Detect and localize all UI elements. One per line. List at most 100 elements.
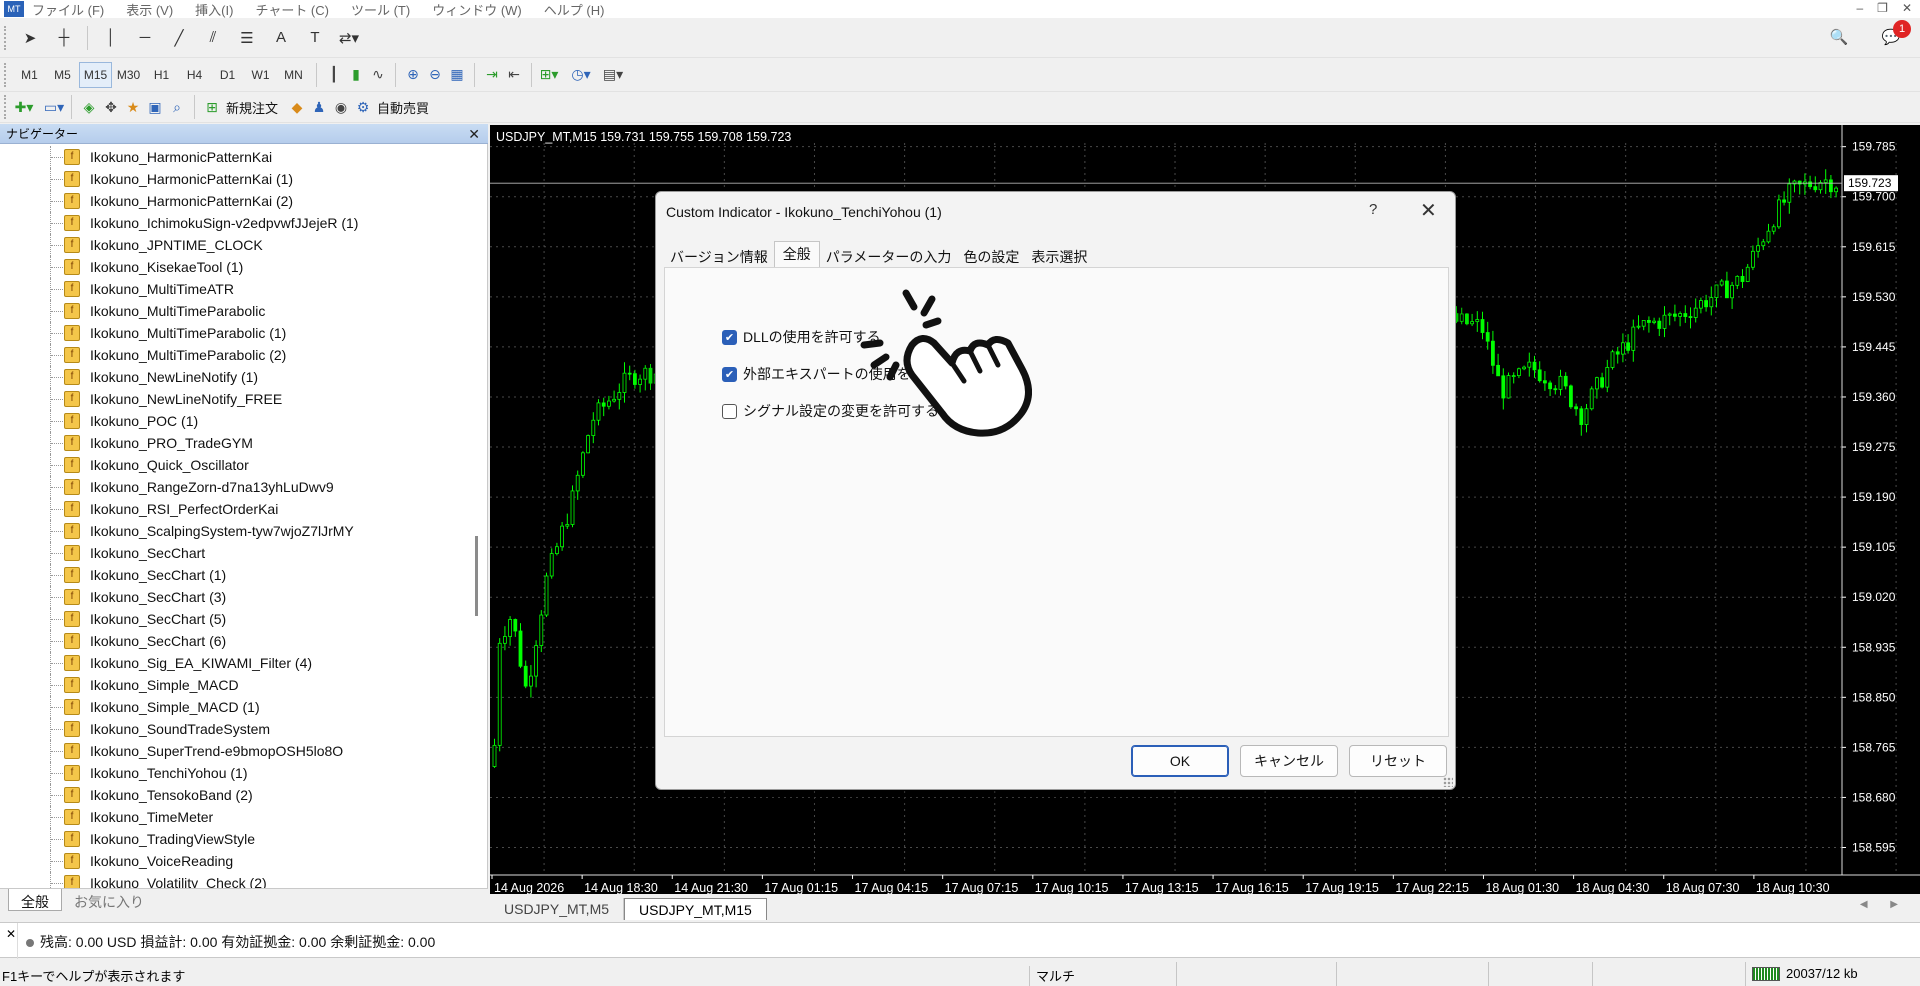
navigator-item[interactable]: f Ikokuno_RSI_PerfectOrderKai	[0, 498, 468, 520]
profiles-icon[interactable]: ▭▾	[43, 97, 65, 117]
navigator-item[interactable]: f Ikokuno_SecChart (1)	[0, 564, 468, 586]
terminal-close-icon[interactable]: ✕	[6, 927, 16, 941]
tile-windows-icon[interactable]: ▦	[446, 65, 468, 85]
navigator-item[interactable]: f Ikokuno_NewLineNotify_FREE	[0, 388, 468, 410]
cancel-button[interactable]: キャンセル	[1240, 745, 1338, 777]
chart-shift-icon[interactable]: ⇤	[503, 65, 525, 85]
timeframe-mn[interactable]: MN	[277, 62, 310, 88]
restore-button[interactable]: ❐	[1877, 1, 1888, 15]
navigator-item[interactable]: f Ikokuno_Volatility_Check (2)	[0, 872, 468, 888]
navigator-item[interactable]: f Ikokuno_MultiTimeATR	[0, 278, 468, 300]
navigator-item[interactable]: f Ikokuno_SuperTrend-e9bmopOSH5lo8O	[0, 740, 468, 762]
navigator-item[interactable]: f Ikokuno_Quick_Oscillator	[0, 454, 468, 476]
chart-tab-m5[interactable]: USDJPY_MT,M5	[490, 898, 625, 920]
metaeditor-icon[interactable]: ◆	[286, 97, 308, 117]
navigator-item[interactable]: f Ikokuno_MultiTimeParabolic (2)	[0, 344, 468, 366]
navigator-item[interactable]: f Ikokuno_TenchiYohou (1)	[0, 762, 468, 784]
navigator-tab-common[interactable]: 全般	[8, 889, 62, 911]
navigator-item[interactable]: f Ikokuno_SoundTradeSystem	[0, 718, 468, 740]
menu-chart[interactable]: チャート (C)	[255, 0, 329, 19]
navigator-item[interactable]: f Ikokuno_NewLineNotify (1)	[0, 366, 468, 388]
indicators-dropdown-icon[interactable]: ⊞▾	[538, 65, 560, 85]
navigator-item[interactable]: f Ikokuno_Sig_EA_KIWAMI_Filter (4)	[0, 652, 468, 674]
navigator-item[interactable]: f Ikokuno_ScalpingSystem-tyw7wjoZ7lJrMY	[0, 520, 468, 542]
chart-tab-arrows-icon[interactable]: ◀ ▶	[1860, 899, 1908, 910]
timeframe-w1[interactable]: W1	[244, 62, 277, 88]
dialog-help-button[interactable]: ?	[1369, 201, 1377, 218]
new-chart-icon[interactable]: ✚▾	[13, 97, 35, 117]
strategy-tester-icon[interactable]: ⌕	[166, 97, 188, 117]
navigator-item[interactable]: f Ikokuno_HarmonicPatternKai (1)	[0, 168, 468, 190]
navigator-item[interactable]: f Ikokuno_TradingViewStyle	[0, 828, 468, 850]
auto-trade-button[interactable]: 自動売買	[377, 98, 429, 117]
menu-insert[interactable]: 挿入(I)	[195, 0, 233, 19]
timeframe-m30[interactable]: M30	[112, 62, 145, 88]
menu-view[interactable]: 表示 (V)	[126, 0, 173, 19]
terminal-icon[interactable]: ▣	[144, 97, 166, 117]
navigator-item[interactable]: f Ikokuno_Simple_MACD (1)	[0, 696, 468, 718]
vertical-line-icon[interactable]: │	[97, 25, 125, 51]
resize-grip-icon[interactable]	[1443, 777, 1453, 787]
reset-button[interactable]: リセット	[1349, 745, 1447, 777]
zoom-in-icon[interactable]: ⊕	[402, 65, 424, 85]
navigator-item[interactable]: f Ikokuno_POC (1)	[0, 410, 468, 432]
navigator-item[interactable]: f Ikokuno_TensokoBand (2)	[0, 784, 468, 806]
menu-tools[interactable]: ツール (T)	[351, 0, 410, 19]
candlestick-icon[interactable]: ▮	[345, 65, 367, 85]
line-chart-icon[interactable]: ∿	[367, 65, 389, 85]
timeframe-m5[interactable]: M5	[46, 62, 79, 88]
ok-button[interactable]: OK	[1131, 745, 1229, 777]
navigator-item[interactable]: f Ikokuno_TimeMeter	[0, 806, 468, 828]
search-icon[interactable]: 🔍	[1825, 24, 1853, 50]
menu-window[interactable]: ウィンドウ (W)	[432, 0, 522, 19]
dialog-close-button[interactable]: ✕	[1420, 198, 1437, 223]
navigator-item[interactable]: f Ikokuno_RangeZorn-d7na13yhLuDwv9	[0, 476, 468, 498]
navigator-close-icon[interactable]: ✕	[468, 124, 480, 144]
auto-scroll-icon[interactable]: ⇥	[481, 65, 503, 85]
text-label-icon[interactable]: T	[301, 25, 329, 51]
new-order-icon[interactable]: ⊞	[201, 97, 223, 117]
close-window-button[interactable]: ✕	[1902, 1, 1912, 15]
navigator-item[interactable]: f Ikokuno_SecChart	[0, 542, 468, 564]
cursor-icon[interactable]: ➤	[16, 25, 44, 51]
new-order-button[interactable]: 新規注文	[226, 98, 278, 117]
navigator-item[interactable]: f Ikokuno_Simple_MACD	[0, 674, 468, 696]
navigator-item[interactable]: f Ikokuno_SecChart (6)	[0, 630, 468, 652]
navigator-scrollbar[interactable]	[467, 146, 487, 888]
equidistant-channel-icon[interactable]: ⫽	[199, 25, 227, 51]
timeframe-d1[interactable]: D1	[211, 62, 244, 88]
fibonacci-icon[interactable]: ☰	[233, 25, 261, 51]
navigator-item[interactable]: f Ikokuno_HarmonicPatternKai	[0, 146, 468, 168]
data-window-icon[interactable]: ✥	[100, 97, 122, 117]
navigator-item[interactable]: f Ikokuno_KisekaeTool (1)	[0, 256, 468, 278]
navigator-item[interactable]: f Ikokuno_MultiTimeParabolic (1)	[0, 322, 468, 344]
minimize-button[interactable]: –	[1856, 1, 1863, 15]
market-watch-icon[interactable]: ◈	[78, 97, 100, 117]
chart-tab-m15[interactable]: USDJPY_MT,M15	[624, 898, 767, 920]
tab-version-info[interactable]: バージョン情報	[664, 245, 774, 267]
navigator-item[interactable]: f Ikokuno_PRO_TradeGYM	[0, 432, 468, 454]
tab-visualization[interactable]: 表示選択	[1025, 245, 1093, 267]
navigator-item[interactable]: f Ikokuno_HarmonicPatternKai (2)	[0, 190, 468, 212]
tab-inputs[interactable]: パラメーターの入力	[820, 245, 958, 267]
navigator-item[interactable]: f Ikokuno_SecChart (3)	[0, 586, 468, 608]
navigator-item[interactable]: f Ikokuno_SecChart (5)	[0, 608, 468, 630]
navigator-icon[interactable]: ★	[122, 97, 144, 117]
tab-common[interactable]: 全般	[773, 241, 820, 267]
timeframe-h1[interactable]: H1	[145, 62, 178, 88]
navigator-item[interactable]: f Ikokuno_MultiTimeParabolic	[0, 300, 468, 322]
templates-dropdown-icon[interactable]: ▤▾	[602, 65, 624, 85]
checkbox-unchecked-icon[interactable]	[722, 403, 737, 419]
horizontal-line-icon[interactable]: ─	[131, 25, 159, 51]
menu-file[interactable]: ファイル (F)	[32, 0, 104, 19]
periods-dropdown-icon[interactable]: ◷▾	[570, 65, 592, 85]
scrollbar-thumb[interactable]	[475, 536, 478, 616]
checkbox-checked-icon[interactable]: ✔	[722, 366, 737, 382]
navigator-item[interactable]: f Ikokuno_IchimokuSign-v2edpvwfJJejeR (1)	[0, 212, 468, 234]
notification-icon[interactable]: 💬 1	[1877, 20, 1911, 50]
trendline-icon[interactable]: ╱	[165, 25, 193, 51]
timeframe-m1[interactable]: M1	[13, 62, 46, 88]
signals-icon[interactable]: ◉	[330, 97, 352, 117]
navigator-item[interactable]: f Ikokuno_VoiceReading	[0, 850, 468, 872]
menu-help[interactable]: ヘルプ (H)	[544, 0, 605, 19]
